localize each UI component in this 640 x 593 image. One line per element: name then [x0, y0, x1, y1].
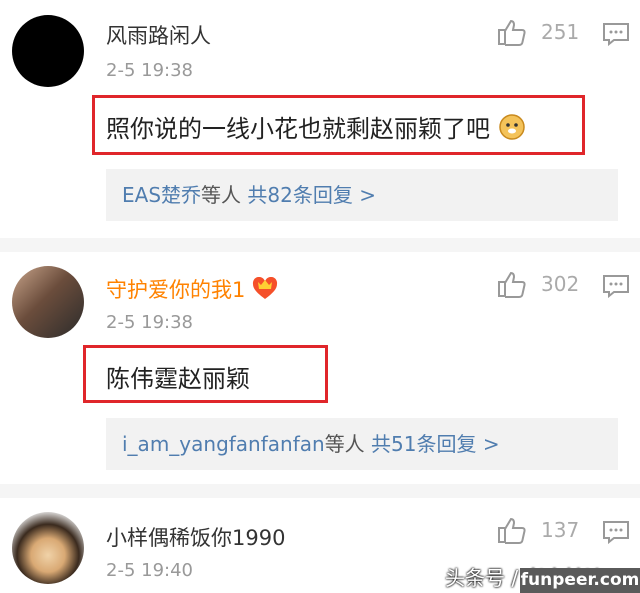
like-count: 251	[541, 20, 580, 44]
reply-sep: 等人	[324, 432, 365, 456]
username[interactable]: 守护爱你的我1	[106, 274, 278, 304]
comment-time: 2-5 19:38	[106, 60, 193, 81]
username[interactable]: 风雨路闲人	[106, 20, 211, 50]
vip-badge-icon	[252, 276, 278, 299]
like-button[interactable]: 137	[497, 516, 579, 544]
like-button[interactable]: 251	[497, 18, 579, 46]
comment-reply-icon[interactable]	[602, 22, 630, 46]
chevron-right-icon: >	[482, 432, 500, 456]
thumb-up-icon	[498, 19, 526, 46]
divider	[0, 484, 640, 498]
comment-time: 2-5 19:40	[106, 560, 193, 581]
thumb-up-icon	[498, 517, 526, 544]
divider	[0, 238, 640, 252]
username-text: 守护爱你的我1	[106, 278, 246, 302]
like-count: 302	[541, 272, 580, 296]
reply-users[interactable]: EAS楚乔	[122, 183, 201, 207]
doge-emoji-icon	[498, 114, 525, 140]
site-watermark: funpeer.com	[520, 568, 640, 593]
comment-text: 陈伟霆赵丽颖	[106, 365, 250, 393]
avatar[interactable]	[12, 512, 84, 584]
comment-text: 照你说的一线小花也就剩赵丽颖了吧	[106, 109, 526, 144]
reply-total[interactable]: 共51条回复	[371, 432, 476, 456]
avatar[interactable]	[12, 266, 84, 338]
username[interactable]: 小样偶稀饭你1990	[106, 522, 285, 552]
comment-2: 守护爱你的我1 2-5 19:38 302 陈伟霆赵丽颖 i_am_yangfa…	[0, 252, 640, 488]
replies-summary[interactable]: EAS楚乔等人 共82条回复 >	[106, 169, 618, 221]
replies-summary[interactable]: i_am_yangfanfanfan等人 共51条回复 >	[106, 418, 618, 470]
comment-reply-icon[interactable]	[602, 274, 630, 298]
like-button[interactable]: 302	[497, 270, 579, 298]
like-count: 137	[541, 518, 580, 542]
thumb-up-icon	[498, 271, 526, 298]
reply-sep: 等人	[201, 183, 242, 207]
reply-users[interactable]: i_am_yangfanfanfan	[122, 432, 325, 456]
avatar[interactable]	[12, 15, 84, 87]
comment-time: 2-5 19:38	[106, 312, 193, 333]
comment-reply-icon[interactable]	[602, 520, 630, 544]
chevron-right-icon: >	[359, 183, 376, 207]
comment-1: 风雨路闲人 2-5 19:38 251 照你说的一线小花也就剩赵丽颖了吧 EAS…	[0, 0, 640, 250]
reply-total[interactable]: 共82条回复	[247, 183, 352, 207]
comment-text-content: 照你说的一线小花也就剩赵丽颖了吧	[106, 115, 490, 143]
